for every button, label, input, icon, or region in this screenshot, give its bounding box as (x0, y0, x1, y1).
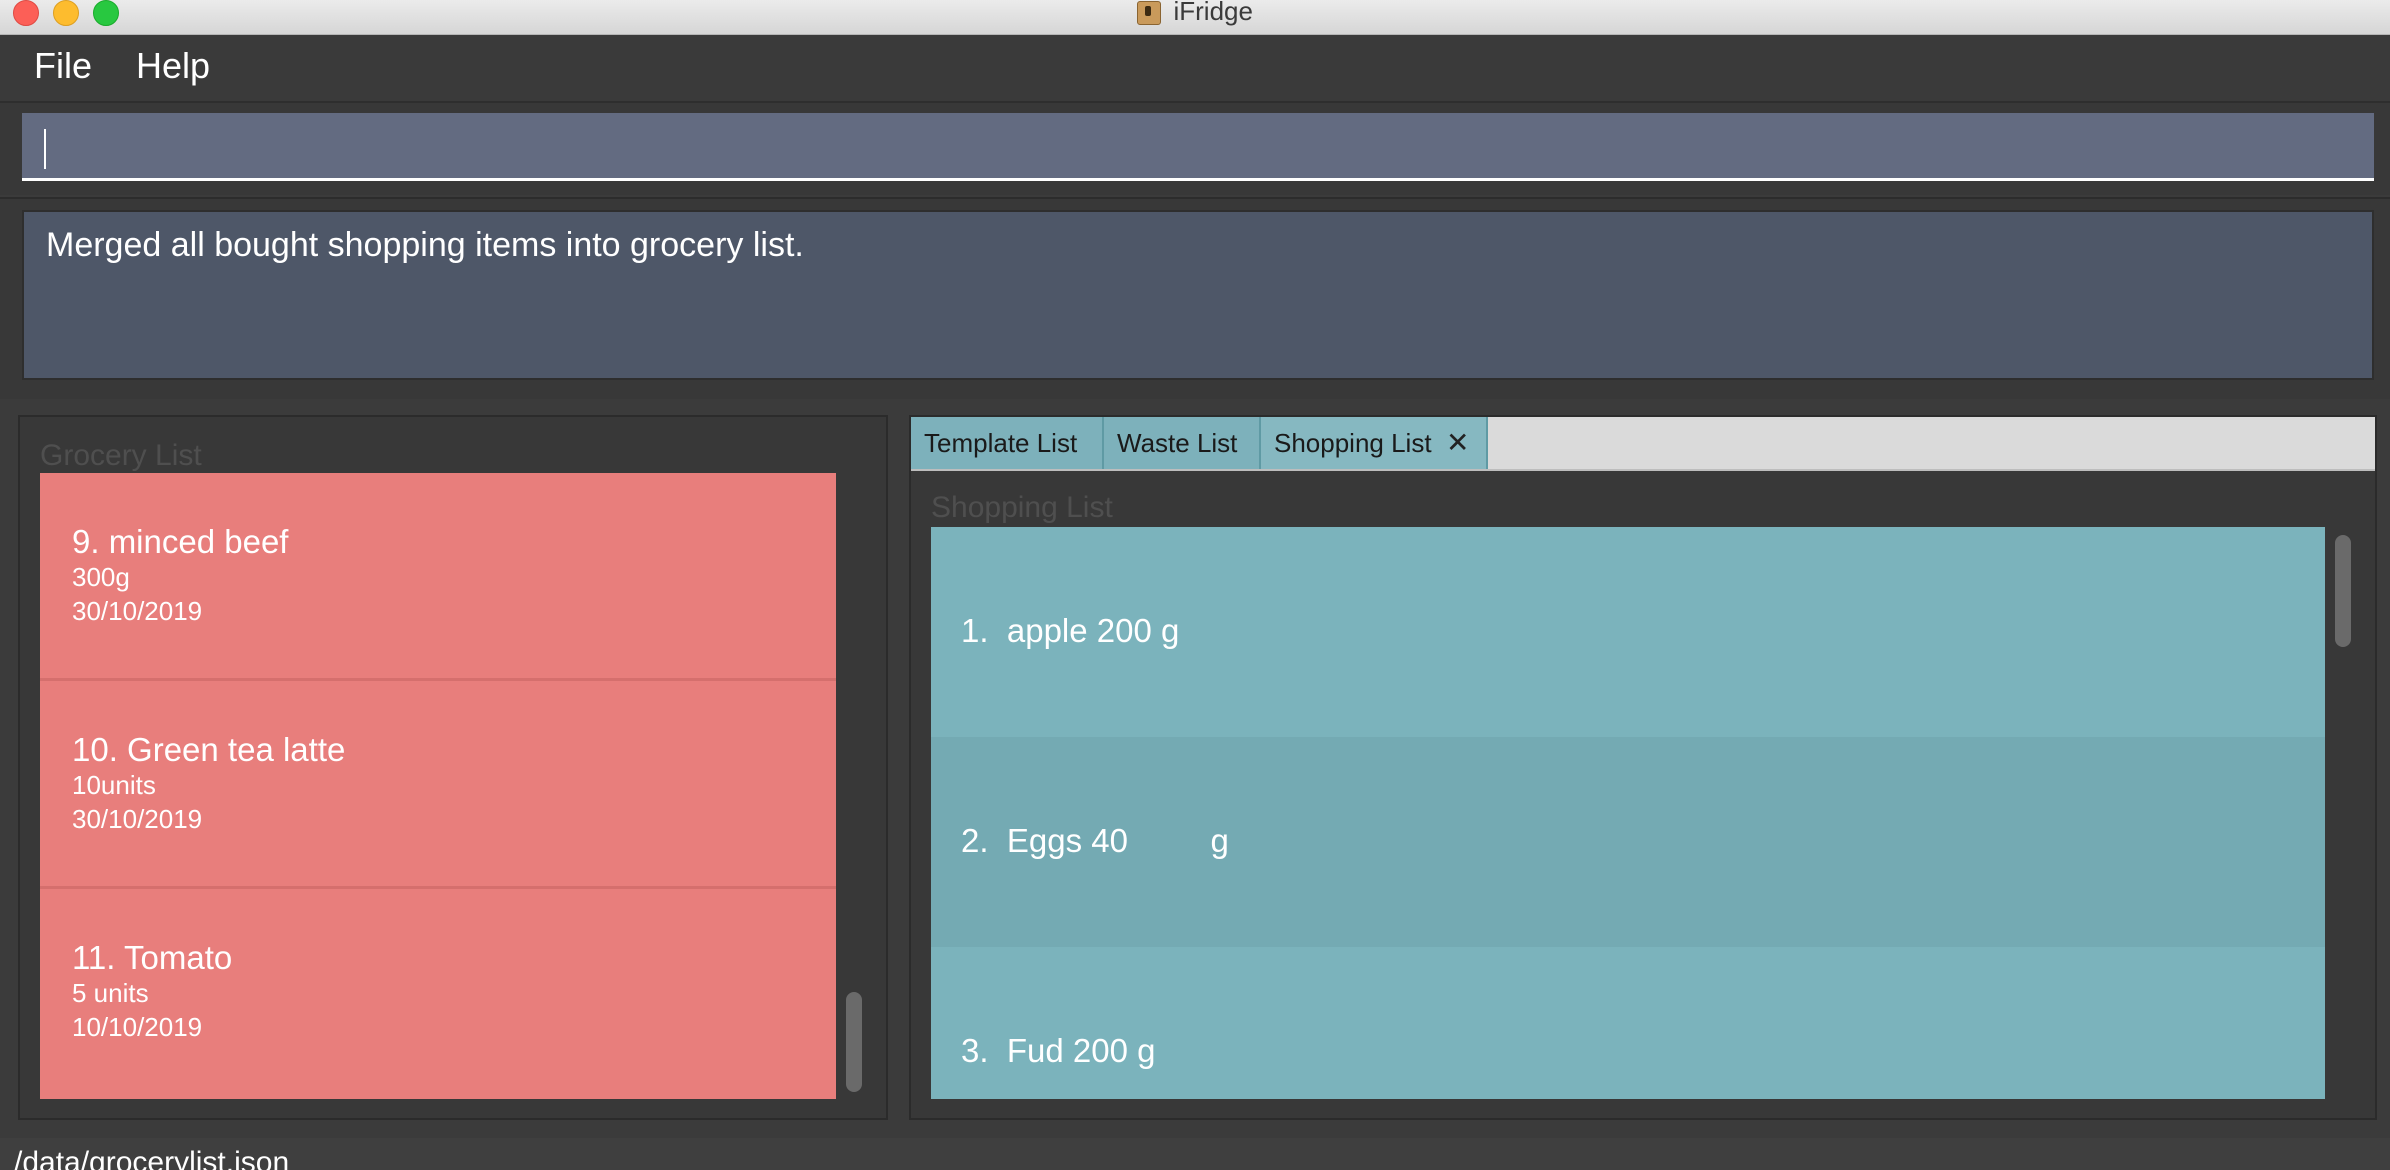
command-area (0, 103, 2390, 195)
shopping-scrollbar[interactable] (2335, 535, 2351, 647)
grocery-item-date: 30/10/2019 (72, 804, 203, 834)
shopping-item-text: 1. apple 200 g (961, 612, 1180, 649)
shopping-list-label: Shopping List (931, 491, 1113, 524)
tab-panel: Template List Waste List Shopping List ✕… (909, 415, 2377, 1120)
app-icon (1137, 0, 1162, 25)
shopping-item-text: 2. Eggs 40 g (961, 822, 1229, 859)
status-file-path: /data/grocerylist.json (14, 1146, 290, 1170)
close-icon[interactable]: ✕ (1446, 417, 1469, 469)
title-bar: iFridge (0, 0, 2390, 35)
grocery-item[interactable]: 11. Tomato 5 units 10/10/2019 (40, 889, 836, 1097)
grocery-list-label: Grocery List (40, 439, 202, 472)
grocery-list[interactable]: 9. minced beef 300g 30/10/2019 10. Green… (40, 473, 836, 1099)
grocery-item-date: 30/10/2019 (72, 596, 203, 626)
result-area: Merged all bought shopping items into gr… (0, 197, 2390, 399)
shopping-list[interactable]: 1. apple 200 g 2. Eggs 40 g 3. Fud 200 g (931, 527, 2325, 1099)
status-bar: /data/grocerylist.json (0, 1138, 2390, 1170)
grocery-item[interactable]: 9. minced beef 300g 30/10/2019 (40, 473, 836, 681)
grocery-item-amount: 10units (72, 770, 156, 800)
text-caret (44, 129, 46, 169)
grocery-item-date: 10/10/2019 (72, 1012, 203, 1042)
menu-help[interactable]: Help (136, 45, 210, 87)
grocery-scrollbar[interactable] (846, 992, 862, 1092)
window-title: iFridge (1173, 0, 1253, 26)
shopping-item[interactable]: 2. Eggs 40 g (931, 737, 2325, 947)
tab-header: Template List Waste List Shopping List ✕ (911, 417, 2375, 471)
result-display: Merged all bought shopping items into gr… (22, 210, 2374, 380)
shopping-item-text: 3. Fud 200 g (961, 1032, 1156, 1069)
tab-shopping-list[interactable]: Shopping List ✕ (1261, 417, 1488, 469)
grocery-panel: Grocery List 9. minced beef 300g 30/10/2… (18, 415, 888, 1120)
grocery-item-amount: 300g (72, 562, 130, 592)
window-title-wrap: iFridge (0, 0, 2390, 28)
command-input[interactable] (22, 113, 2374, 181)
menu-bar: File Help (0, 35, 2390, 103)
result-message: Merged all bought shopping items into gr… (46, 226, 804, 264)
tab-shopping-list-label: Shopping List (1274, 428, 1432, 458)
grocery-item-amount: 5 units (72, 978, 149, 1008)
menu-file[interactable]: File (34, 45, 92, 87)
shopping-item[interactable]: 3. Fud 200 g (931, 947, 2325, 1099)
grocery-item-name: 10. Green tea latte (72, 731, 346, 768)
grocery-item-name: 9. minced beef (72, 523, 289, 560)
grocery-item-name: 11. Tomato (72, 939, 233, 976)
tab-template-list[interactable]: Template List (911, 417, 1104, 469)
tab-waste-list[interactable]: Waste List (1104, 417, 1261, 469)
shopping-item[interactable]: 1. apple 200 g (931, 527, 2325, 737)
grocery-item[interactable]: 10. Green tea latte 10units 30/10/2019 (40, 681, 836, 889)
